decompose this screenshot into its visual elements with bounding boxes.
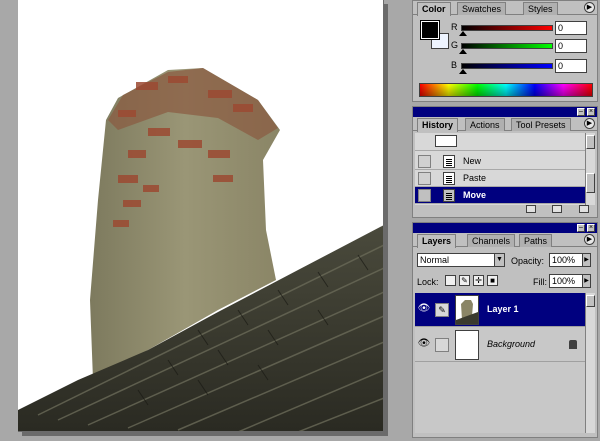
history-list: New Paste Move: [415, 133, 585, 205]
chimney-roof-image: [18, 68, 383, 431]
history-item-new[interactable]: New: [415, 153, 585, 170]
layer-name: Layer 1: [487, 304, 519, 314]
layers-palette-tabs: Layers Channels Paths ▶: [413, 233, 597, 248]
opacity-input[interactable]: 100% ▶: [549, 253, 591, 267]
fill-input[interactable]: 100% ▶: [549, 274, 591, 288]
layers-titlebar[interactable]: – ×: [413, 223, 597, 233]
minimize-icon[interactable]: –: [577, 108, 585, 116]
layer-row-layer-1[interactable]: 👁 ✎ Layer 1: [415, 293, 585, 327]
blue-slider-row: B 0: [451, 59, 597, 75]
history-item-label: Paste: [463, 173, 487, 183]
history-checkbox[interactable]: [418, 155, 431, 168]
fill-label: Fill:: [533, 277, 547, 287]
close-icon[interactable]: ×: [587, 108, 595, 116]
tab-paths[interactable]: Paths: [519, 234, 553, 247]
history-titlebar[interactable]: – ×: [413, 107, 597, 117]
blend-mode-select[interactable]: Normal ▼: [417, 253, 505, 267]
color-palette: Color Swatches Styles ▶ R 0 G 0 B 0: [412, 0, 598, 102]
tab-layers[interactable]: Layers: [417, 234, 457, 248]
history-item-paste[interactable]: Paste: [415, 170, 585, 187]
document-workspace: [0, 0, 410, 441]
color-spectrum-ramp[interactable]: [419, 83, 593, 97]
history-footer: [512, 205, 589, 215]
layer-row-background[interactable]: 👁 Background: [415, 328, 585, 362]
lock-label: Lock:: [417, 277, 439, 287]
scroll-thumb[interactable]: [586, 173, 595, 193]
color-palette-tabs: Color Swatches Styles ▶: [413, 1, 597, 16]
tab-actions[interactable]: Actions: [465, 118, 505, 131]
document-icon: [443, 155, 455, 168]
layer-list: 👁 ✎ Layer 1 👁 Background: [415, 293, 585, 433]
lock-all-icon[interactable]: ■: [487, 275, 498, 286]
green-slider-row: G 0: [451, 39, 597, 55]
close-icon[interactable]: ×: [587, 224, 595, 232]
move-icon: [443, 189, 455, 202]
document-icon: [443, 172, 455, 185]
tab-history[interactable]: History: [417, 118, 459, 132]
history-item-move[interactable]: Move: [415, 187, 585, 204]
history-scrollbar[interactable]: [585, 133, 595, 205]
visibility-eye-icon[interactable]: 👁: [417, 338, 431, 352]
layer-thumbnail: [455, 330, 479, 360]
red-label: R: [451, 22, 458, 32]
blue-slider[interactable]: [461, 63, 553, 69]
lock-move-icon[interactable]: ✛: [473, 275, 484, 286]
green-value-input[interactable]: 0: [555, 39, 587, 53]
red-slider[interactable]: [461, 25, 553, 31]
opacity-value: 100%: [552, 255, 576, 265]
palette-menu-icon[interactable]: ▶: [584, 2, 595, 13]
camera-snapshot-icon[interactable]: [552, 205, 563, 213]
tab-tool-presets[interactable]: Tool Presets: [511, 118, 571, 131]
layers-palette: – × Layers Channels Paths ▶ Normal ▼ Opa…: [412, 222, 598, 438]
green-slider[interactable]: [461, 43, 553, 49]
red-slider-row: R 0: [451, 21, 597, 37]
link-slot-icon[interactable]: [435, 338, 449, 352]
red-value-input[interactable]: 0: [555, 21, 587, 35]
history-palette: – × History Actions Tool Presets ▶ New P…: [412, 106, 598, 218]
layer-thumbnail: [455, 295, 479, 325]
foreground-color-swatch[interactable]: [420, 20, 440, 40]
history-checkbox[interactable]: [418, 172, 431, 185]
scroll-up-arrow[interactable]: [586, 135, 595, 149]
chimney-thumbnail-icon: [456, 296, 478, 324]
tab-channels[interactable]: Channels: [467, 234, 516, 247]
canvas-shadow-bottom: [22, 432, 388, 436]
green-label: G: [451, 40, 459, 50]
fill-value: 100%: [552, 276, 576, 286]
layer-name: Background: [487, 339, 536, 349]
palette-menu-icon[interactable]: ▶: [584, 234, 595, 245]
fill-arrow-icon[interactable]: ▶: [582, 275, 590, 287]
lock-paint-icon[interactable]: ✎: [459, 275, 470, 286]
trash-icon[interactable]: [579, 205, 589, 213]
canvas-shadow: [384, 4, 388, 436]
opacity-label: Opacity:: [511, 256, 545, 266]
blue-slider-handle[interactable]: [459, 69, 467, 74]
history-checkbox[interactable]: [418, 189, 431, 202]
tab-styles[interactable]: Styles: [523, 2, 558, 15]
blend-mode-value: Normal: [420, 255, 450, 265]
new-document-from-state-icon[interactable]: [525, 205, 536, 213]
history-snapshot[interactable]: [415, 133, 585, 151]
history-item-label: Move: [463, 190, 487, 200]
lock-transparency-icon[interactable]: [445, 275, 456, 286]
tab-swatches[interactable]: Swatches: [457, 2, 507, 15]
scroll-up-arrow[interactable]: [586, 295, 595, 307]
palette-menu-icon[interactable]: ▶: [584, 118, 595, 129]
history-palette-tabs: History Actions Tool Presets ▶: [413, 117, 597, 132]
history-item-label: New: [463, 156, 482, 166]
lock-icon: [569, 340, 577, 349]
visibility-eye-icon[interactable]: 👁: [417, 303, 431, 317]
tab-color[interactable]: Color: [417, 2, 451, 16]
layers-scrollbar[interactable]: [585, 293, 595, 433]
snapshot-thumbnail: [435, 135, 457, 147]
blue-label: B: [451, 60, 458, 70]
brush-icon[interactable]: ✎: [435, 303, 449, 317]
chevron-down-icon[interactable]: ▼: [494, 254, 504, 266]
green-slider-handle[interactable]: [459, 49, 467, 54]
minimize-icon[interactable]: –: [577, 224, 585, 232]
image-canvas[interactable]: [18, 0, 384, 432]
opacity-arrow-icon[interactable]: ▶: [582, 254, 590, 266]
blue-value-input[interactable]: 0: [555, 59, 587, 73]
red-slider-handle[interactable]: [459, 31, 467, 36]
